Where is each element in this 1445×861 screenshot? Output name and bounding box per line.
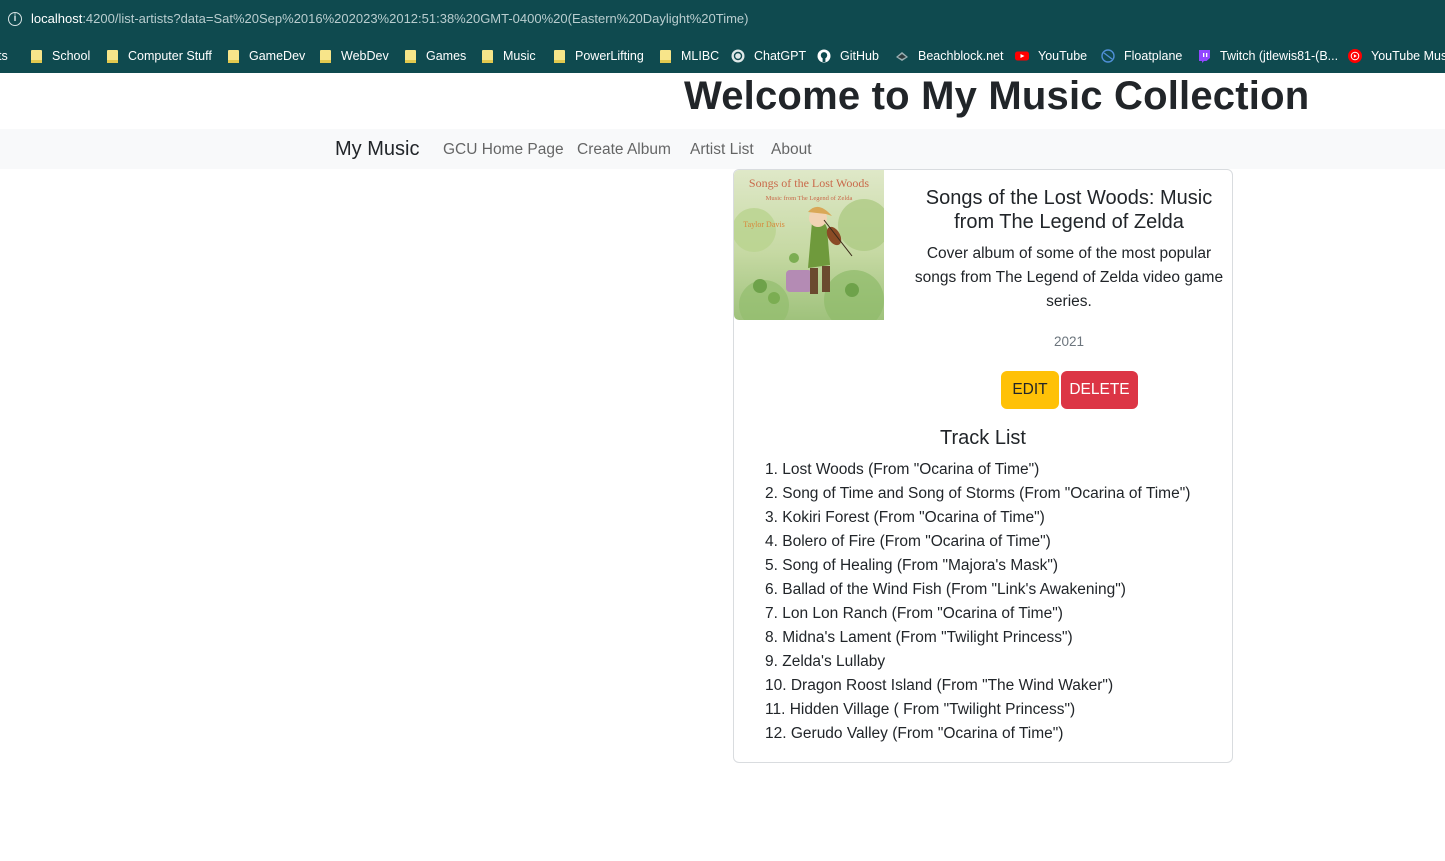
track-item: 9. Zelda's Lullaby bbox=[765, 653, 886, 670]
bookmark-label: YouTube Music bbox=[1371, 49, 1445, 63]
bookmark-floatplane[interactable]: Floatplane bbox=[1101, 47, 1182, 65]
url-text[interactable]: localhost:4200/list-artists?data=Sat%20S… bbox=[31, 11, 749, 26]
bookmark-label: Games bbox=[426, 49, 467, 63]
track-item: 3. Kokiri Forest (From "Ocarina of Time"… bbox=[765, 509, 1045, 526]
folder-icon bbox=[226, 49, 240, 63]
track-item: 12. Gerudo Valley (From "Ocarina of Time… bbox=[765, 725, 1064, 742]
site-info-icon[interactable]: i bbox=[8, 12, 22, 26]
bookmark-label: GitHub bbox=[840, 49, 879, 63]
bookmark-folder-music[interactable]: Music bbox=[480, 47, 536, 65]
github-icon bbox=[817, 49, 831, 63]
nav-link-artist-list[interactable]: Artist List bbox=[690, 141, 754, 159]
track-list-title: Track List bbox=[940, 427, 1026, 449]
bookmark-folder-gamedev[interactable]: GameDev bbox=[226, 47, 305, 65]
nav-link-create-album[interactable]: Create Album bbox=[577, 141, 671, 159]
bookmark-label: GameDev bbox=[249, 49, 306, 63]
browser-address-bar[interactable]: i localhost:4200/list-artists?data=Sat%2… bbox=[0, 0, 1445, 38]
folder-icon bbox=[318, 49, 332, 63]
track-item: 11. Hidden Village ( From "Twilight Prin… bbox=[765, 701, 1076, 718]
navbar-brand-link[interactable]: My Music bbox=[335, 138, 419, 161]
bookmark-folder-computer-stuff[interactable]: Computer Stuff bbox=[105, 47, 212, 65]
track-item: 4. Bolero of Fire (From "Ocarina of Time… bbox=[765, 533, 1051, 550]
cover-title-text: Songs of the Lost Woods bbox=[749, 176, 869, 190]
bookmark-label: YouTube bbox=[1038, 49, 1088, 63]
bookmark-label: Floatplane bbox=[1124, 49, 1183, 63]
album-year: 2021 bbox=[1053, 334, 1085, 349]
track-item: 8. Midna's Lament (From "Twilight Prince… bbox=[765, 629, 1073, 646]
track-item: 10. Dragon Roost Island (From "The Wind … bbox=[765, 677, 1114, 694]
bookmark-youtube-music[interactable]: YouTube Music bbox=[1348, 47, 1445, 65]
track-item: 7. Lon Lon Ranch (From "Ocarina of Time"… bbox=[765, 605, 1063, 622]
track-list: 1. Lost Woods (From "Ocarina of Time") 2… bbox=[765, 458, 1190, 746]
album-title: Songs of the Lost Woods: Music from The … bbox=[925, 187, 1213, 233]
bookmark-label: Twitch (jtlewis81-(B... bbox=[1220, 49, 1339, 63]
delete-button[interactable]: DELETE bbox=[1061, 371, 1138, 409]
bookmark-twitch[interactable]: Twitch (jtlewis81-(B... bbox=[1197, 47, 1338, 65]
folder-icon bbox=[105, 49, 119, 63]
bookmark-folder-powerlifting[interactable]: PowerLifting bbox=[552, 47, 644, 65]
track-item: 5. Song of Healing (From "Majora's Mask"… bbox=[765, 557, 1059, 574]
bookmark-label: Computer Stuff bbox=[128, 49, 212, 63]
nav-link-about[interactable]: About bbox=[771, 141, 812, 159]
bookmark-label: PowerLifting bbox=[575, 49, 644, 63]
bookmark-folder-school[interactable]: School bbox=[29, 47, 90, 65]
folder-icon bbox=[480, 49, 494, 63]
album-cover-image: Songs of the Lost Woods Music from The L… bbox=[734, 170, 884, 320]
bookmark-github[interactable]: GitHub bbox=[817, 47, 879, 65]
floatplane-icon bbox=[1101, 49, 1115, 63]
edit-button[interactable]: EDIT bbox=[1001, 371, 1059, 409]
bookmark-label: MLIBC bbox=[681, 49, 720, 63]
cover-artist-text: Taylor Davis bbox=[743, 220, 784, 229]
chatgpt-icon bbox=[731, 49, 745, 63]
bookmark-youtube[interactable]: YouTube bbox=[1015, 47, 1087, 65]
bookmark-label: School bbox=[52, 49, 91, 63]
bookmark-folder-webdev[interactable]: WebDev bbox=[318, 47, 389, 65]
bookmarks-bar: ts School Computer Stuff GameDev WebDev … bbox=[0, 38, 1445, 73]
folder-icon bbox=[658, 49, 672, 63]
folder-icon bbox=[552, 49, 566, 63]
page-title: Welcome to My Music Collection bbox=[684, 74, 1310, 118]
url-path: :4200/list-artists?data=Sat%20Sep%2016%2… bbox=[82, 11, 749, 26]
youtube-music-icon bbox=[1348, 49, 1362, 63]
youtube-icon bbox=[1015, 49, 1029, 63]
track-item: 6. Ballad of the Wind Fish (From "Link's… bbox=[765, 581, 1126, 598]
bookmark-chatgpt[interactable]: ChatGPT bbox=[731, 47, 806, 65]
bookmark-folder-mlibc[interactable]: MLIBC bbox=[658, 47, 719, 65]
bookmark-label: WebDev bbox=[341, 49, 389, 63]
twitch-icon bbox=[1197, 49, 1211, 63]
url-host: localhost bbox=[31, 11, 83, 26]
folder-icon bbox=[29, 49, 43, 63]
track-item: 2. Song of Time and Song of Storms (From… bbox=[765, 485, 1191, 502]
bookmark-label: Beachblock.net bbox=[918, 49, 1004, 63]
bookmark-beachblock[interactable]: Beachblock.net bbox=[895, 47, 1003, 65]
bookmark-label: Music bbox=[503, 49, 536, 63]
nav-link-gcu-home[interactable]: GCU Home Page bbox=[443, 141, 564, 159]
folder-icon bbox=[403, 49, 417, 63]
album-description: Cover album of some of the most popular … bbox=[914, 245, 1224, 310]
cover-subtitle-text: Music from The Legend of Zelda bbox=[766, 195, 853, 202]
bookmark-label: ts bbox=[0, 49, 8, 63]
bookmark-item[interactable]: ts bbox=[0, 47, 8, 65]
beachblock-icon bbox=[895, 49, 909, 63]
bookmark-label: ChatGPT bbox=[754, 49, 807, 63]
bookmark-folder-games[interactable]: Games bbox=[403, 47, 466, 65]
track-item: 1. Lost Woods (From "Ocarina of Time") bbox=[765, 461, 1040, 478]
